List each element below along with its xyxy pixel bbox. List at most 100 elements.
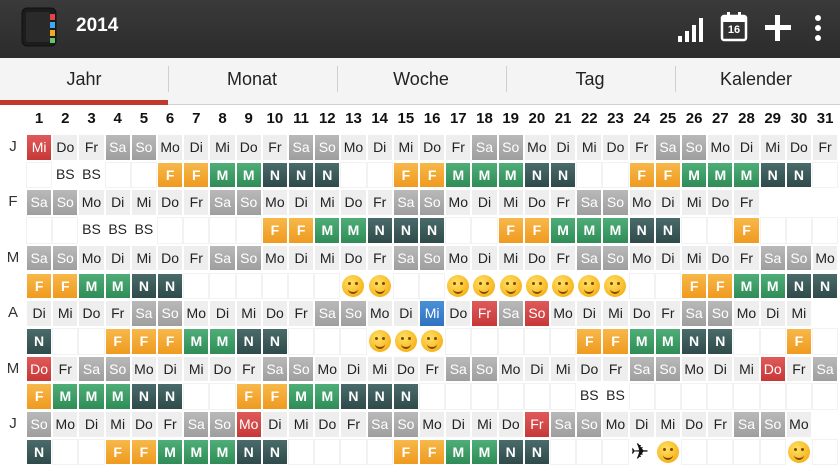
calendar-day-cell[interactable]: Mo xyxy=(681,355,708,383)
calendar-day-cell[interactable]: Mi xyxy=(471,411,498,438)
calendar-day-cell[interactable]: Do xyxy=(392,355,419,383)
calendar-day-cell[interactable]: Di xyxy=(104,189,131,217)
calendar-day-cell[interactable]: Di xyxy=(471,244,498,272)
calendar-day-cell[interactable]: Sa xyxy=(104,134,131,161)
calendar-day-cell[interactable]: Sa xyxy=(471,134,498,161)
calendar-day-cell[interactable]: Fr xyxy=(628,134,655,161)
shift-cell[interactable]: F xyxy=(654,161,681,189)
shift-cell[interactable]: N xyxy=(26,327,53,355)
shift-cell[interactable]: M xyxy=(497,161,524,189)
calendar-day-cell[interactable]: Mi xyxy=(497,189,524,217)
calendar-day-cell[interactable]: Do xyxy=(785,134,812,161)
shift-cell[interactable]: M xyxy=(654,327,681,355)
shift-cell[interactable]: F xyxy=(130,438,157,466)
calendar-day-cell[interactable]: Do xyxy=(52,134,79,161)
empty-shift-cell[interactable] xyxy=(654,383,681,410)
calendar-day-cell[interactable]: Mi xyxy=(602,300,629,327)
shift-cell[interactable]: M xyxy=(104,272,131,300)
calendar-day-cell[interactable]: Do xyxy=(261,300,288,327)
calendar-day-cell[interactable]: Do xyxy=(681,411,708,438)
calendar-day-cell[interactable]: Sa xyxy=(392,244,419,272)
shift-cell[interactable]: M xyxy=(314,383,341,410)
calendar-day-cell[interactable]: Mo xyxy=(78,189,105,217)
calendar-day-cell[interactable]: Mo xyxy=(261,189,288,217)
shift-cell[interactable]: N xyxy=(419,217,446,244)
calendar-day-cell[interactable]: Do xyxy=(576,355,603,383)
empty-shift-cell[interactable] xyxy=(812,383,839,410)
calendar-day-cell[interactable]: Sa xyxy=(366,411,393,438)
calendar-day-cell[interactable]: Mi xyxy=(235,300,262,327)
shift-cell[interactable]: M xyxy=(445,438,472,466)
app-icon[interactable] xyxy=(20,6,58,48)
calendar-day-cell[interactable]: So xyxy=(576,411,603,438)
calendar-day-cell[interactable]: Mi xyxy=(392,134,419,161)
shift-cell[interactable]: M xyxy=(78,383,105,410)
shift-cell[interactable]: M xyxy=(104,383,131,410)
smiley-icon[interactable] xyxy=(552,274,574,297)
empty-shift-cell[interactable] xyxy=(445,217,472,244)
calendar-day-cell[interactable]: Sa xyxy=(288,134,315,161)
shift-cell[interactable]: M xyxy=(157,438,184,466)
calendar-day-cell[interactable]: Sa xyxy=(209,189,236,217)
empty-shift-cell[interactable] xyxy=(26,161,53,189)
shift-cell[interactable]: M xyxy=(733,161,760,189)
shift-cell[interactable]: BS xyxy=(78,162,104,189)
calendar-day-cell[interactable]: So xyxy=(288,355,315,383)
calendar-day-cell[interactable]: Do xyxy=(209,355,236,383)
empty-shift-cell[interactable] xyxy=(235,217,262,244)
shift-cell[interactable]: F xyxy=(288,217,315,244)
calendar-day-cell[interactable]: Mo xyxy=(183,300,210,327)
calendar-day-cell[interactable]: So xyxy=(130,134,157,161)
empty-shift-cell[interactable] xyxy=(759,438,786,466)
shift-cell[interactable]: F xyxy=(681,272,708,300)
empty-shift-cell[interactable] xyxy=(576,161,603,189)
smiley-icon[interactable] xyxy=(394,329,417,352)
empty-shift-cell[interactable] xyxy=(419,383,446,410)
calendar-day-cell[interactable]: Mo xyxy=(261,244,288,272)
calendar-day-cell[interactable]: Sa xyxy=(78,355,105,383)
calendar-day-cell[interactable]: So xyxy=(523,300,550,327)
calendar-day-cell[interactable]: So xyxy=(419,244,446,272)
empty-shift-cell[interactable] xyxy=(628,383,655,410)
empty-shift-cell[interactable] xyxy=(314,438,341,466)
calendar-day-cell[interactable]: Mo xyxy=(497,355,524,383)
calendar-day-cell[interactable]: Mi xyxy=(104,411,131,438)
calendar-day-cell[interactable]: So xyxy=(602,244,629,272)
calendar-day-cell[interactable]: Fr xyxy=(52,355,79,383)
shift-cell[interactable]: N xyxy=(628,217,655,244)
calendar-day-cell[interactable]: Di xyxy=(654,244,681,272)
shift-cell[interactable]: N xyxy=(392,383,419,410)
calendar-day-cell[interactable]: Fr xyxy=(471,300,498,327)
calendar-day-cell[interactable]: So xyxy=(52,189,79,217)
calendar-day-cell[interactable]: Mo xyxy=(314,355,341,383)
calendar-day-cell[interactable]: Do xyxy=(157,189,184,217)
empty-shift-cell[interactable] xyxy=(130,161,157,189)
empty-shift-cell[interactable] xyxy=(209,217,236,244)
calendar-day-cell[interactable]: Sa xyxy=(654,134,681,161)
shift-cell[interactable]: F xyxy=(235,383,262,410)
shift-cell[interactable]: F xyxy=(392,161,419,189)
shift-cell[interactable]: N xyxy=(314,161,341,189)
empty-shift-cell[interactable] xyxy=(78,327,105,355)
empty-shift-cell[interactable] xyxy=(104,161,131,189)
calendar-day-cell[interactable]: So xyxy=(707,300,734,327)
shift-cell[interactable]: BS xyxy=(52,162,78,189)
calendar-day-cell[interactable]: Mo xyxy=(52,411,79,438)
calendar-day-cell[interactable]: Fr xyxy=(812,134,839,161)
shift-cell[interactable]: F xyxy=(419,438,446,466)
calendar-day-cell[interactable]: So xyxy=(157,300,184,327)
empty-shift-cell[interactable] xyxy=(759,217,786,244)
shift-cell[interactable]: M xyxy=(681,161,708,189)
calendar-day-cell[interactable]: Mi xyxy=(209,134,236,161)
shift-cell[interactable]: F xyxy=(602,327,629,355)
empty-shift-cell[interactable] xyxy=(628,272,655,300)
calendar-day-cell[interactable]: Mi xyxy=(130,189,157,217)
empty-shift-cell[interactable] xyxy=(392,272,419,300)
empty-shift-cell[interactable] xyxy=(707,383,734,410)
calendar-day-cell[interactable]: Do xyxy=(707,189,734,217)
calendar-day-cell[interactable]: Sa xyxy=(130,300,157,327)
calendar-day-cell[interactable]: Di xyxy=(26,300,53,327)
empty-shift-cell[interactable] xyxy=(550,383,577,410)
calendar-day-cell[interactable]: Sa xyxy=(550,411,577,438)
calendar-day-cell[interactable]: Fr xyxy=(78,134,105,161)
